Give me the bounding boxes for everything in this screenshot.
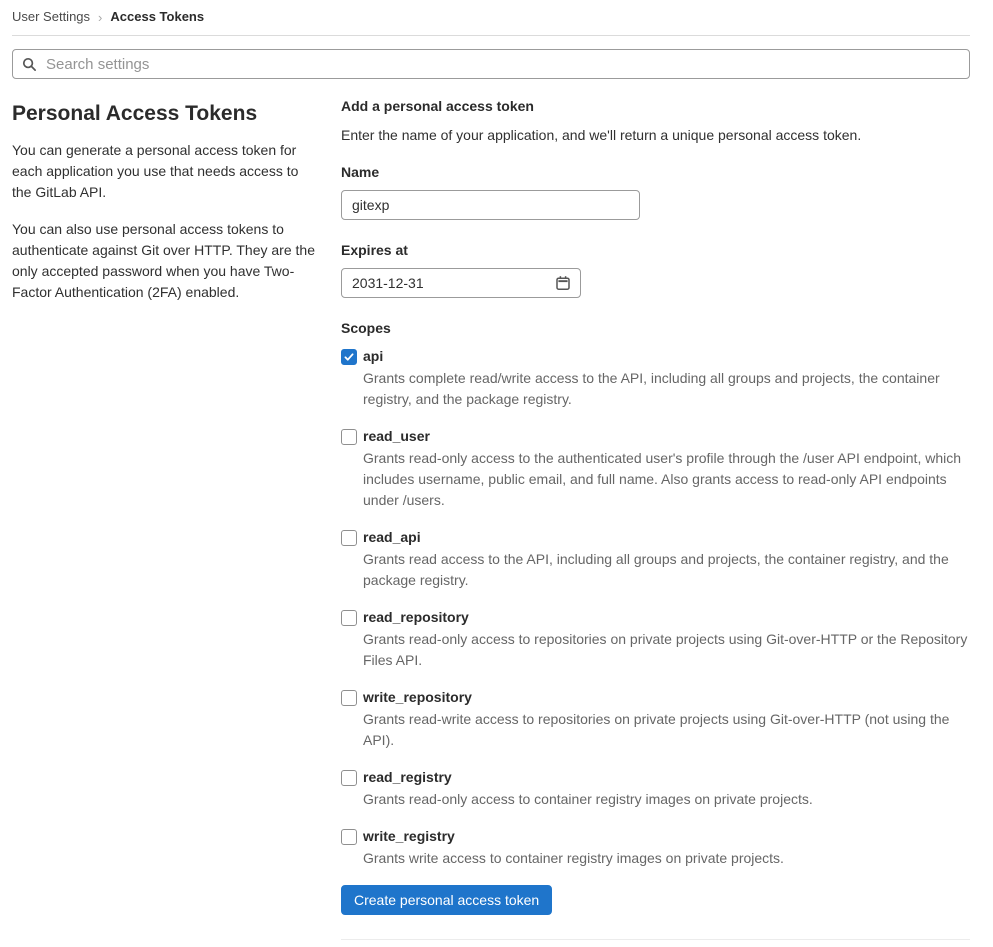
- scope-description-write_registry: Grants write access to container registr…: [363, 850, 784, 866]
- name-field[interactable]: [341, 190, 640, 220]
- expires-at-group: [341, 268, 581, 298]
- scope-checkbox-read_api[interactable]: [341, 530, 357, 546]
- scope-label-read_user[interactable]: read_user: [363, 426, 430, 447]
- token-form: Add a personal access token Enter the na…: [341, 90, 970, 940]
- expires-at-label: Expires at: [341, 242, 408, 258]
- scope-description-read_api: Grants read access to the API, including…: [363, 551, 949, 588]
- expires-at-field[interactable]: [341, 268, 581, 298]
- name-label: Name: [341, 164, 380, 180]
- scope-description-read_user: Grants read-only access to the authentic…: [363, 450, 962, 508]
- scope-checkbox-read_user[interactable]: [341, 429, 357, 445]
- scope-label-write_repository[interactable]: write_repository: [363, 687, 472, 708]
- scope-label-api[interactable]: api: [363, 346, 383, 367]
- scope-item: read_registry Grants read-only access to…: [341, 767, 970, 810]
- breadcrumb-user-settings[interactable]: User Settings: [12, 9, 90, 24]
- scope-label-read_api[interactable]: read_api: [363, 527, 421, 548]
- scope-checkbox-api[interactable]: [341, 349, 357, 365]
- search-input[interactable]: [44, 54, 960, 74]
- section-description: Personal Access Tokens You can generate …: [12, 90, 341, 940]
- scope-checkbox-write_repository[interactable]: [341, 690, 357, 706]
- scope-label-write_registry[interactable]: write_registry: [363, 826, 455, 847]
- form-title: Add a personal access token: [341, 98, 534, 114]
- scope-item: write_registry Grants write access to co…: [341, 826, 970, 869]
- scope-checkbox-read_repository[interactable]: [341, 610, 357, 626]
- scope-item: api Grants complete read/write access to…: [341, 346, 970, 410]
- scope-label-read_registry[interactable]: read_registry: [363, 767, 452, 788]
- scope-item: read_user Grants read-only access to the…: [341, 426, 970, 511]
- create-token-button[interactable]: Create personal access token: [341, 885, 553, 915]
- scopes-list: api Grants complete read/write access to…: [341, 346, 970, 869]
- content-area: Personal Access Tokens You can generate …: [12, 90, 970, 940]
- settings-page: User Settings › Access Tokens Personal A…: [0, 0, 993, 940]
- breadcrumb: User Settings › Access Tokens: [12, 0, 970, 35]
- scope-item: read_repository Grants read-only access …: [341, 607, 970, 671]
- search-settings-box: [12, 49, 970, 79]
- section-paragraph-1: You can generate a personal access token…: [12, 142, 299, 200]
- form-description: Enter the name of your application, and …: [341, 127, 862, 143]
- scope-description-read_registry: Grants read-only access to container reg…: [363, 791, 813, 807]
- breadcrumb-chevron-icon: ›: [98, 9, 103, 25]
- page-title: Personal Access Tokens: [12, 102, 258, 125]
- scope-item: read_api Grants read access to the API, …: [341, 527, 970, 591]
- section-paragraph-2: You can also use personal access tokens …: [12, 221, 315, 300]
- scope-label-read_repository[interactable]: read_repository: [363, 607, 469, 628]
- scope-item: write_repository Grants read-write acces…: [341, 687, 970, 751]
- header-divider: [12, 35, 970, 36]
- scope-description-read_repository: Grants read-only access to repositories …: [363, 631, 968, 668]
- scope-checkbox-write_registry[interactable]: [341, 829, 357, 845]
- breadcrumb-access-tokens: Access Tokens: [110, 9, 205, 24]
- form-bottom-divider: [341, 939, 970, 940]
- scope-description-write_repository: Grants read-write access to repositories…: [363, 711, 950, 748]
- search-icon: [22, 57, 36, 71]
- scopes-label: Scopes: [341, 320, 391, 336]
- scope-description-api: Grants complete read/write access to the…: [363, 370, 940, 407]
- scope-checkbox-read_registry[interactable]: [341, 770, 357, 786]
